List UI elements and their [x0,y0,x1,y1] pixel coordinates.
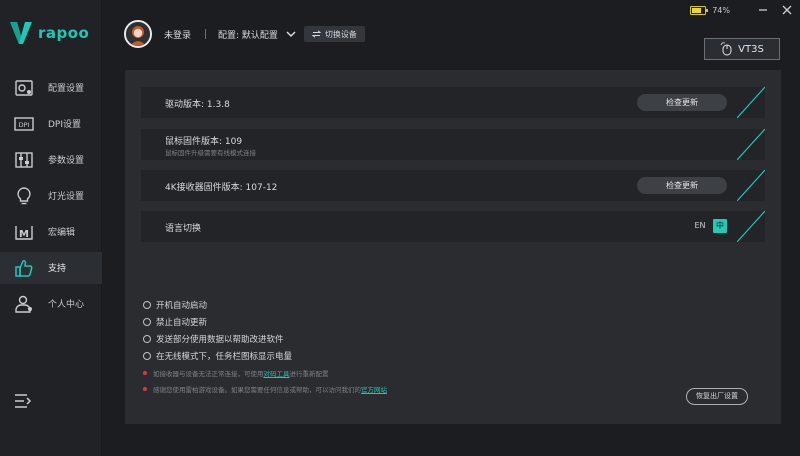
mouse-firmware-row: 鼠标固件版本: 109 鼠标固件升级需要有线模式连接 [141,129,765,160]
svg-text:DPI: DPI [19,121,30,129]
device-badge[interactable]: VT3S [704,38,780,60]
brand-name: rapoo [38,24,90,42]
sidebar: rapoo 配置设置 DPI DPI设置 参数设置 灯光设置 M 宏编辑 支持 … [0,0,102,456]
check-update-button[interactable]: 检查更新 [637,177,727,194]
sidebar-item-label: DPI设置 [48,120,82,130]
switch-device-label: 切换设备 [324,29,357,39]
row-accent-line [737,211,765,242]
driver-version-row: 驱动版本: 1.3.8 检查更新 [141,87,765,118]
option-taskbar-battery[interactable]: 在无线模式下，任务栏图标显示电量 [143,350,292,362]
official-website-link[interactable]: 官方网站 [361,384,387,394]
sidebar-item-label: 个人中心 [48,300,85,310]
note-text: 进行重新配置 [289,370,329,378]
lightbulb-icon [17,187,31,205]
battery-fill [692,7,702,13]
language-option-zh[interactable]: 中 [713,219,727,233]
device-name: VT3S [738,43,764,55]
config-icon [15,80,33,96]
sidebar-item-label: 宏编辑 [48,228,76,238]
support-panel: 驱动版本: 1.3.8 检查更新 鼠标固件版本: 109 鼠标固件升级需要有线模… [125,70,781,424]
sidebar-item-params[interactable]: 参数设置 [0,144,102,176]
language-toggle[interactable]: EN 中 [691,218,727,234]
window-controls: 74% [690,2,792,18]
rapoo-logo: rapoo [10,18,100,48]
menu-collapse-icon[interactable] [14,392,32,410]
login-status[interactable]: 未登录 [164,28,191,41]
chevron-down-icon[interactable] [286,29,296,39]
thumbs-up-icon [15,259,33,277]
user-bar: 未登录 配置: 默认配置 切换设备 [124,20,365,48]
radio-button[interactable] [143,335,151,343]
sidebar-item-lighting[interactable]: 灯光设置 [0,180,102,212]
row-accent-line [737,87,765,118]
battery-icon [690,5,709,15]
close-icon[interactable] [782,5,792,15]
battery-percent: 74% [712,5,730,15]
sidebar-item-label: 配置设置 [48,84,85,94]
receiver-firmware-version: 4K接收器固件版本: 107-12 [165,183,278,193]
support-note: 感谢您使用雷柏游戏设备。如果您需要任何信息或帮助，可以访问我们的 官方网站 [143,384,387,394]
radio-button[interactable] [143,352,151,360]
sliders-icon [15,152,33,168]
radio-button[interactable] [143,301,151,309]
check-update-button[interactable]: 检查更新 [637,94,727,111]
mouse-firmware-version: 鼠标固件版本: 109 [165,137,243,147]
sidebar-item-label: 灯光设置 [48,192,85,202]
minimize-icon[interactable] [758,5,768,15]
option-send-usage-data[interactable]: 发送部分使用数据以帮助改进软件 [143,333,284,345]
option-autostart[interactable]: 开机自动启动 [143,299,207,311]
mouse-firmware-hint: 鼠标固件升级需要有线模式连接 [165,149,256,157]
language-row: 语言切换 EN 中 [141,211,765,242]
mouse-icon [720,42,732,56]
sidebar-item-support[interactable]: 支持 [0,252,102,284]
option-label: 发送部分使用数据以帮助改进软件 [156,335,284,345]
note-bullet [143,387,147,391]
rapoo-v-logo-icon [10,22,32,44]
user-icon [15,295,32,313]
note-bullet [143,371,147,375]
svg-text:M: M [19,229,29,240]
pairing-tool-link[interactable]: 对码工具 [264,368,290,378]
factory-reset-button[interactable]: 恢复出厂设置 [686,388,748,405]
macro-icon: M [15,226,33,240]
row-accent-line [737,170,765,201]
divider [205,29,207,39]
note-text: 如接收器与设备无法正常连接，可使用 [153,370,264,378]
radio-button[interactable] [143,318,151,326]
sidebar-item-label: 参数设置 [48,156,85,166]
sidebar-item-dpi[interactable]: DPI DPI设置 [0,108,102,140]
swap-icon [311,30,321,38]
sidebar-item-config[interactable]: 配置设置 [0,72,102,104]
note-text: 感谢您使用雷柏游戏设备。如果您需要任何信息或帮助，可以访问我们的 [153,386,361,394]
pairing-note: 如接收器与设备无法正常连接，可使用 对码工具 进行重新配置 [143,368,329,378]
sidebar-item-profile[interactable]: 个人中心 [0,288,102,320]
row-accent-line [737,129,765,160]
language-option-en[interactable]: EN [691,218,709,234]
language-label: 语言切换 [165,224,202,234]
driver-version: 驱动版本: 1.3.8 [165,100,230,110]
receiver-firmware-row: 4K接收器固件版本: 107-12 检查更新 [141,170,765,201]
dpi-icon: DPI [14,117,34,131]
sidebar-item-label: 支持 [48,264,67,274]
avatar-face-icon [126,22,150,46]
sidebar-item-macro[interactable]: M 宏编辑 [0,216,102,248]
avatar[interactable] [124,20,152,48]
option-label: 开机自动启动 [156,301,208,311]
option-disable-auto-update[interactable]: 禁止自动更新 [143,316,207,328]
switch-device-button[interactable]: 切换设备 [303,26,365,42]
option-label: 禁止自动更新 [156,318,208,328]
config-selector[interactable]: 配置: 默认配置 [218,28,278,41]
option-label: 在无线模式下，任务栏图标显示电量 [156,352,293,362]
